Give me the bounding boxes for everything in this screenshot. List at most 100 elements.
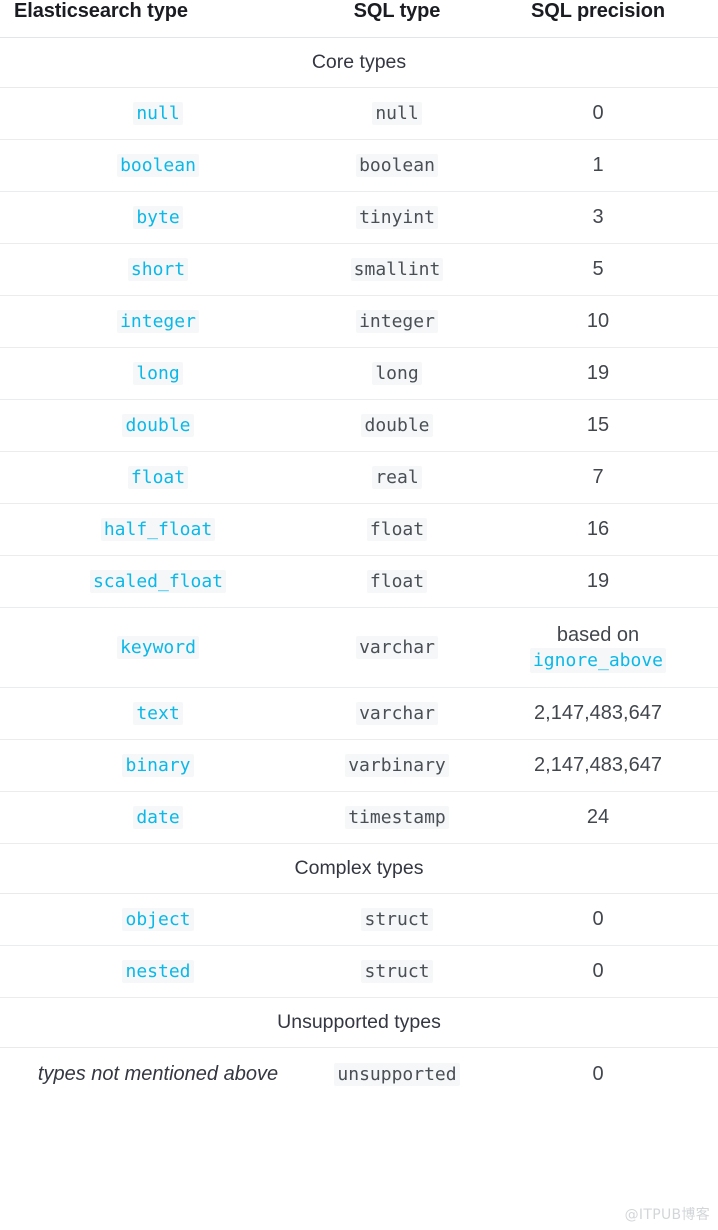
elasticsearch-type-link[interactable]: float bbox=[128, 466, 188, 489]
cell-sql-type: float bbox=[316, 556, 478, 608]
cell-elasticsearch-type: keyword bbox=[0, 608, 316, 688]
sql-precision-value: 24 bbox=[587, 806, 609, 828]
cell-sql-precision: 10 bbox=[478, 296, 718, 348]
cell-sql-precision: 3 bbox=[478, 192, 718, 244]
elasticsearch-type-text: types not mentioned above bbox=[38, 1062, 278, 1086]
table-row: textvarchar2,147,483,647 bbox=[0, 688, 718, 740]
table-row: binary varbinary 2,147,483,647 bbox=[0, 740, 718, 792]
cell-elasticsearch-type: integer bbox=[0, 296, 316, 348]
table-row: keyword varchar based onignore_above bbox=[0, 608, 718, 688]
elasticsearch-type-link[interactable]: integer bbox=[117, 310, 199, 333]
cell-sql-type: varchar bbox=[316, 608, 478, 688]
column-header-sql-type: SQL type bbox=[316, 0, 478, 38]
sql-type-code: boolean bbox=[356, 154, 438, 177]
cell-sql-precision: 24 bbox=[478, 792, 718, 844]
table-body: Core typesnullnull0booleanboolean1byteti… bbox=[0, 38, 718, 1101]
table-row: short smallint 5 bbox=[0, 244, 718, 296]
cell-sql-precision: 2,147,483,647 bbox=[478, 688, 718, 740]
cell-sql-precision: 2,147,483,647 bbox=[478, 740, 718, 792]
sql-type-code: struct bbox=[361, 960, 432, 983]
watermark: @ITPUB博客 bbox=[625, 1204, 710, 1224]
table-row: integerinteger10 bbox=[0, 296, 718, 348]
elasticsearch-type-link[interactable]: short bbox=[128, 258, 188, 281]
table-row: half_float float 16 bbox=[0, 504, 718, 556]
cell-elasticsearch-type: scaled_float bbox=[0, 556, 316, 608]
elasticsearch-type-link[interactable]: nested bbox=[122, 960, 193, 983]
sql-type-code: smallint bbox=[351, 258, 444, 281]
cell-elasticsearch-type: text bbox=[0, 688, 316, 740]
cell-sql-type: real bbox=[316, 452, 478, 504]
sql-precision-value: 0 bbox=[592, 960, 603, 982]
sql-type-code: real bbox=[372, 466, 421, 489]
cell-sql-precision: 15 bbox=[478, 400, 718, 452]
sql-type-code: timestamp bbox=[345, 806, 449, 829]
cell-sql-type: struct bbox=[316, 946, 478, 998]
elasticsearch-type-link[interactable]: boolean bbox=[117, 154, 199, 177]
cell-elasticsearch-type: null bbox=[0, 88, 316, 140]
sql-type-code: unsupported bbox=[334, 1063, 459, 1086]
table-row: object struct 0 bbox=[0, 894, 718, 946]
cell-sql-precision: 19 bbox=[478, 556, 718, 608]
sql-precision-value: 15 bbox=[587, 414, 609, 436]
cell-sql-type: tinyint bbox=[316, 192, 478, 244]
sql-precision-stack: based onignore_above bbox=[482, 622, 714, 673]
table-row: nested struct 0 bbox=[0, 946, 718, 998]
elasticsearch-sql-type-table: Elasticsearch type SQL type SQL precisio… bbox=[0, 0, 718, 1101]
elasticsearch-type-link[interactable]: scaled_float bbox=[90, 570, 226, 593]
cell-sql-precision: 1 bbox=[478, 140, 718, 192]
sql-precision-value: 2,147,483,647 bbox=[534, 702, 662, 724]
cell-sql-precision: 19 bbox=[478, 348, 718, 400]
cell-sql-type: timestamp bbox=[316, 792, 478, 844]
cell-sql-type: unsupported bbox=[316, 1048, 478, 1101]
column-header-sql-precision: SQL precision bbox=[478, 0, 718, 38]
cell-sql-type: float bbox=[316, 504, 478, 556]
sql-precision-value: 19 bbox=[587, 570, 609, 592]
sql-type-code: varbinary bbox=[345, 754, 449, 777]
sql-type-code: float bbox=[367, 570, 427, 593]
cell-sql-type: long bbox=[316, 348, 478, 400]
elasticsearch-type-link[interactable]: long bbox=[133, 362, 182, 385]
cell-sql-precision: 0 bbox=[478, 1048, 718, 1101]
sql-precision-value: 0 bbox=[592, 908, 603, 930]
cell-sql-precision: 0 bbox=[478, 946, 718, 998]
sql-precision-value: 1 bbox=[592, 154, 603, 176]
elasticsearch-type-link[interactable]: keyword bbox=[117, 636, 199, 659]
cell-sql-type: boolean bbox=[316, 140, 478, 192]
section-heading-row: Unsupported types bbox=[0, 998, 718, 1048]
elasticsearch-type-link[interactable]: double bbox=[122, 414, 193, 437]
table-row: byte tinyint3 bbox=[0, 192, 718, 244]
cell-elasticsearch-type: half_float bbox=[0, 504, 316, 556]
cell-elasticsearch-type: byte bbox=[0, 192, 316, 244]
sql-precision-value: 5 bbox=[592, 258, 603, 280]
elasticsearch-type-link[interactable]: half_float bbox=[101, 518, 215, 541]
elasticsearch-type-link[interactable]: null bbox=[133, 102, 182, 125]
sql-precision-value: 2,147,483,647 bbox=[534, 754, 662, 776]
sql-type-code: double bbox=[361, 414, 432, 437]
table-row: floatreal7 bbox=[0, 452, 718, 504]
table-header: Elasticsearch type SQL type SQL precisio… bbox=[0, 0, 718, 38]
elasticsearch-type-link[interactable]: object bbox=[122, 908, 193, 931]
cell-sql-type: double bbox=[316, 400, 478, 452]
table-row: scaled_float float 19 bbox=[0, 556, 718, 608]
section-heading-label: Unsupported types bbox=[0, 998, 718, 1048]
table-row: date timestamp 24 bbox=[0, 792, 718, 844]
sql-precision-value: 16 bbox=[587, 518, 609, 540]
cell-elasticsearch-type: float bbox=[0, 452, 316, 504]
sql-type-code: float bbox=[367, 518, 427, 541]
elasticsearch-type-link[interactable]: binary bbox=[122, 754, 193, 777]
cell-sql-type: null bbox=[316, 88, 478, 140]
elasticsearch-type-link[interactable]: date bbox=[133, 806, 182, 829]
elasticsearch-type-link[interactable]: text bbox=[133, 702, 182, 725]
table-row: types not mentioned above unsupported 0 bbox=[0, 1048, 718, 1101]
cell-elasticsearch-type: types not mentioned above bbox=[0, 1048, 316, 1101]
sql-precision-text: based on bbox=[557, 622, 639, 648]
cell-elasticsearch-type: short bbox=[0, 244, 316, 296]
sql-precision-value: 0 bbox=[592, 1063, 603, 1085]
ignore-above-link[interactable]: ignore_above bbox=[530, 648, 666, 673]
sql-type-code: varchar bbox=[356, 636, 438, 659]
sql-type-code: null bbox=[372, 102, 421, 125]
sql-type-code: struct bbox=[361, 908, 432, 931]
elasticsearch-type-link[interactable]: byte bbox=[133, 206, 182, 229]
cell-elasticsearch-type: date bbox=[0, 792, 316, 844]
sql-precision-value: 10 bbox=[587, 310, 609, 332]
